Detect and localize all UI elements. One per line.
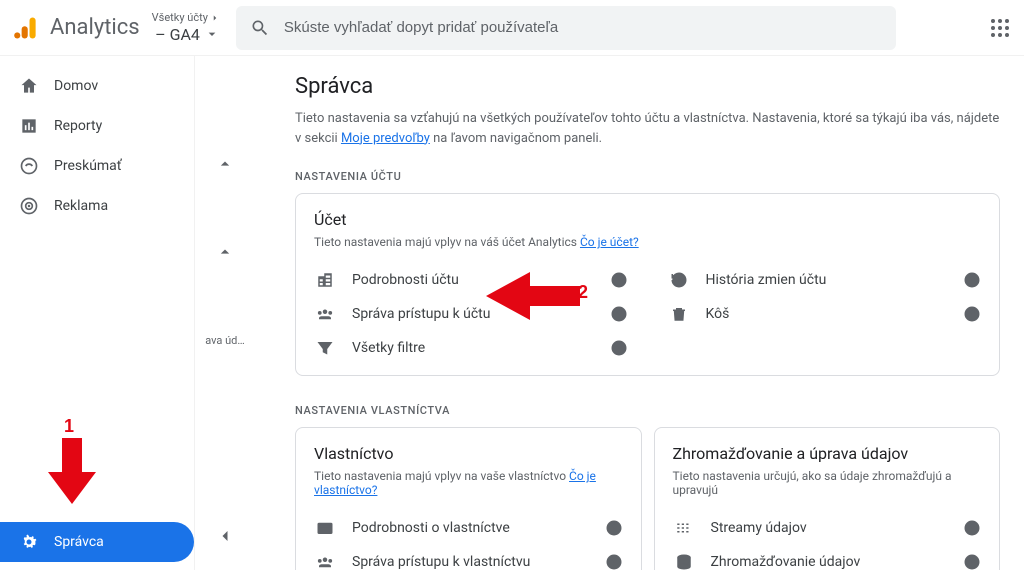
admin-subnav: ava úd… [195, 56, 255, 570]
subnav-item-truncated[interactable]: ava úd… [213, 328, 237, 352]
nav-explore[interactable]: Preskúmať [0, 146, 194, 186]
data-collection-card: Zhromažďovanie a úprava údajov Tieto nas… [654, 427, 1001, 570]
property-card-title: Vlastníctvo [314, 444, 623, 463]
page-title: Správca [295, 74, 1000, 99]
apps-icon[interactable] [988, 16, 1012, 40]
nav-explore-label: Preskúmať [54, 158, 122, 174]
property-details-row[interactable]: Podrobnosti o vlastníctve [314, 511, 623, 545]
brand-name: Analytics [50, 15, 140, 40]
streams-icon [673, 519, 695, 537]
help-icon[interactable] [963, 519, 981, 537]
property-card: Vlastníctvo Tieto nastavenia majú vplyv … [295, 427, 642, 570]
nav-reports-label: Reporty [54, 118, 102, 134]
card-icon [314, 519, 336, 537]
trash-icon [668, 305, 690, 323]
account-card-title: Účet [314, 210, 981, 229]
setting-label: Podrobnosti o vlastníctve [352, 520, 589, 536]
annotation-label-2: 2 [578, 282, 588, 303]
nav-reports[interactable]: Reporty [0, 106, 194, 146]
search-icon [250, 18, 270, 38]
nav-advertising-label: Reklama [54, 198, 108, 214]
annotation-arrow-2 [480, 266, 580, 326]
top-bar: Analytics Všetky účty – GA4 [0, 0, 1024, 56]
search-input[interactable] [284, 19, 882, 36]
nav-admin-label: Správca [54, 534, 104, 550]
annotation-arrow-1 [44, 428, 100, 508]
data-collection-row[interactable]: Zhromažďovanie údajov [673, 545, 982, 570]
people-icon [314, 305, 336, 323]
building-icon [314, 271, 336, 289]
nav-admin[interactable]: Správca [0, 522, 194, 562]
property-section-label: NASTAVENIA VLASTNÍCTVA [295, 404, 1000, 417]
property-access-row[interactable]: Správa prístupu k vlastníctvu [314, 545, 623, 570]
setting-label: Zhromažďovanie údajov [711, 554, 948, 570]
help-icon[interactable] [963, 271, 981, 289]
data-collection-card-title: Zhromažďovanie a úprava údajov [673, 444, 982, 463]
setting-label: Všetky filtre [352, 340, 594, 356]
annotation-label-1: 1 [64, 416, 74, 437]
help-icon[interactable] [610, 339, 628, 357]
database-icon [673, 553, 695, 570]
trash-row[interactable]: Kôš [668, 297, 982, 331]
setting-label: Streamy údajov [711, 520, 948, 536]
setting-label: Správa prístupu k vlastníctvu [352, 554, 589, 570]
history-icon [668, 271, 690, 289]
property-card-desc: Tieto nastavenia majú vplyv na vaše vlas… [314, 469, 623, 497]
all-accounts-label: Všetky účty [152, 11, 220, 24]
gear-icon [18, 531, 40, 553]
explore-icon [18, 155, 40, 177]
page-description: Tieto nastavenia sa vzťahujú na všetkých… [295, 109, 1000, 148]
current-account-label: – GA4 [155, 25, 220, 44]
nav-advertising[interactable]: Reklama [0, 186, 194, 226]
help-icon[interactable] [610, 305, 628, 323]
logo[interactable]: Analytics [12, 14, 140, 42]
account-change-history-row[interactable]: História zmien účtu [668, 263, 982, 297]
account-switcher[interactable]: Všetky účty – GA4 [152, 11, 220, 43]
nav-home[interactable]: Domov [0, 66, 194, 106]
help-icon[interactable] [963, 305, 981, 323]
account-card-desc: Tieto nastavenia majú vplyv na váš účet … [314, 235, 981, 249]
help-icon[interactable] [605, 519, 623, 537]
home-icon [18, 75, 40, 97]
all-filters-row[interactable]: Všetky filtre [314, 331, 628, 365]
help-icon[interactable] [963, 553, 981, 570]
setting-label: História zmien účtu [706, 272, 948, 288]
filter-icon [314, 339, 336, 357]
data-collection-card-desc: Tieto nastavenia určujú, ako sa údaje zh… [673, 469, 982, 497]
help-icon[interactable] [610, 271, 628, 289]
nav-home-label: Domov [54, 78, 98, 94]
account-card: Účet Tieto nastavenia majú vplyv na váš … [295, 193, 1000, 376]
setting-label: Kôš [706, 306, 948, 322]
analytics-logo-icon [12, 14, 40, 42]
subnav-back[interactable] [213, 524, 237, 548]
data-streams-row[interactable]: Streamy údajov [673, 511, 982, 545]
my-preferences-link[interactable]: Moje predvoľby [341, 131, 430, 146]
advertising-icon [18, 195, 40, 217]
search-box[interactable] [236, 6, 896, 50]
what-is-account-link[interactable]: Čo je účet? [580, 235, 639, 249]
content: Správca Tieto nastavenia sa vzťahujú na … [195, 56, 1024, 570]
help-icon[interactable] [605, 553, 623, 570]
subnav-collapse-1[interactable] [213, 152, 237, 176]
subnav-collapse-2[interactable] [213, 240, 237, 264]
account-section-label: NASTAVENIA ÚČTU [295, 170, 1000, 183]
people-icon [314, 553, 336, 570]
reports-icon [18, 115, 40, 137]
